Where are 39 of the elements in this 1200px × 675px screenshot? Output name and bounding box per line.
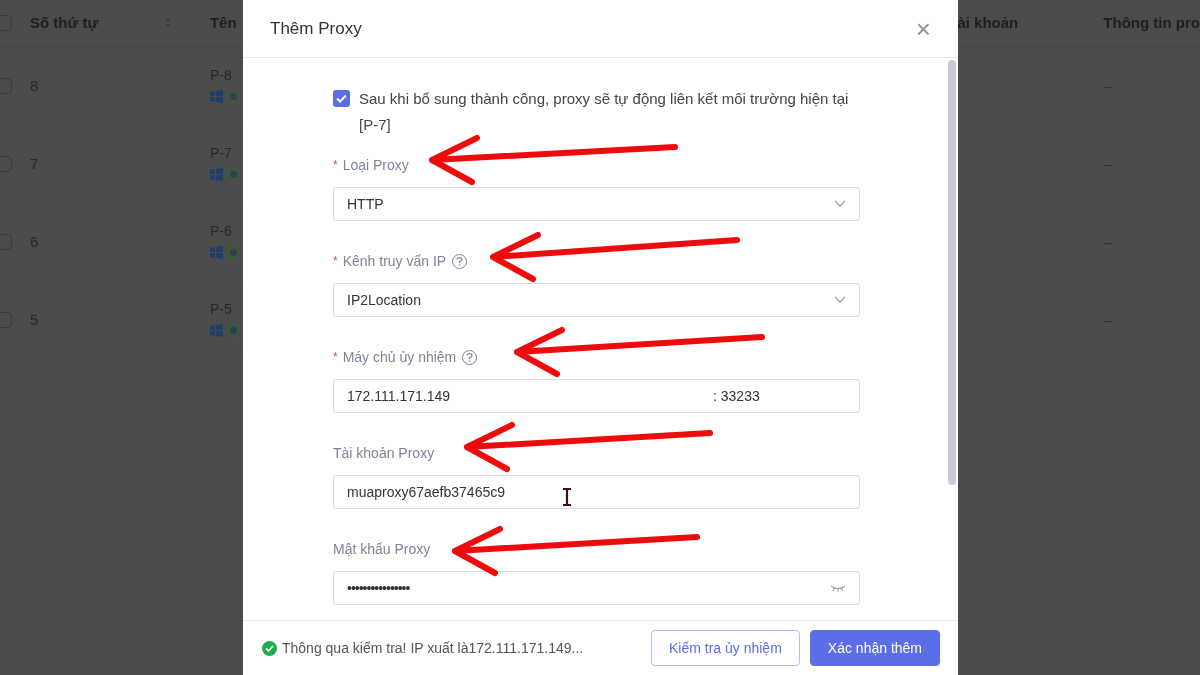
checkbox[interactable] [333,90,350,107]
chevron-down-icon [834,200,846,208]
browser-icon [227,168,240,181]
check-circle-icon [262,640,277,656]
field-label: Tài khoản Proxy [333,443,435,463]
field-label: Mật khẩu Proxy [333,539,431,559]
windows-icon [210,246,223,259]
required-mark: * [333,253,338,270]
browser-icon [227,324,240,337]
field-label: Loại Proxy [342,155,409,175]
input-field[interactable]: 172.111.171.149 : 33233 [333,379,860,413]
browser-icon [227,246,240,259]
required-mark: * [333,349,338,366]
table-cell: -- [1104,312,1113,328]
windows-icon [210,168,223,181]
table-cell: -- [1104,156,1113,172]
checkbox-label: Sau khi bổ sung thành công, proxy sẽ tự động liên kết môi trường hiện tại [P-7] [359,89,849,135]
required-mark: * [333,157,338,174]
field-label: Kênh truy vấn IP [342,251,447,271]
table-cell: -- [1104,234,1113,250]
confirm-button[interactable]: Xác nhận thêm [809,630,940,666]
close-button[interactable]: × [915,15,931,42]
eye-closed-icon[interactable] [830,584,846,592]
text-cursor-icon [561,487,573,507]
chevron-down-icon [834,296,846,304]
windows-icon [210,90,223,103]
dialog-title: Thêm Proxy [270,17,362,40]
scrollbar-thumb[interactable] [948,60,956,485]
check-icon [336,94,347,103]
select-field[interactable]: HTTP [333,187,860,221]
table-cell: -- [1104,78,1113,94]
status-text: Thông qua kiểm tra! IP xuất là172.111.171.149... [282,638,584,658]
input-field[interactable]: muaproxy67aefb37465c9 [333,475,860,509]
windows-icon [210,324,223,337]
input-field[interactable]: •••••••••••••••• [333,571,860,605]
check-button[interactable]: Kiểm tra ủy nhiệm [651,630,800,666]
browser-icon [227,90,240,103]
select-field[interactable]: IP2Location [333,283,860,317]
field-label: Máy chủ ủy nhiệm [342,347,457,367]
